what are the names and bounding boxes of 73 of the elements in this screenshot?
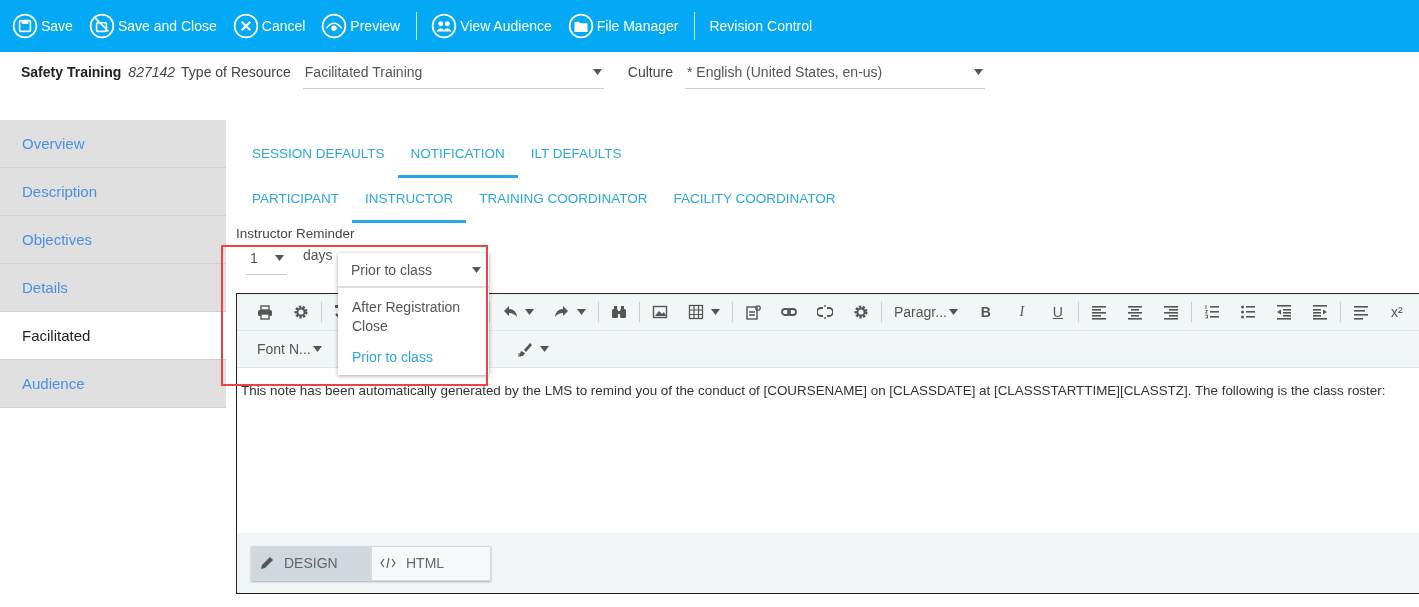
caret-icon <box>275 254 284 261</box>
unit-label: days <box>303 247 333 263</box>
format-dropdown[interactable]: Paragr... <box>894 304 958 320</box>
toolbar-button[interactable]: Save and Close <box>88 13 217 39</box>
align-right-icon[interactable] <box>1162 304 1179 320</box>
caret-icon <box>973 68 983 75</box>
people-icon <box>431 13 458 39</box>
align-left-icon[interactable] <box>1090 304 1107 320</box>
printer-icon[interactable] <box>257 304 273 320</box>
resource-type-select[interactable]: Facilitated Training <box>302 55 604 89</box>
underline-button[interactable]: U <box>1049 304 1066 320</box>
binoculars-icon[interactable] <box>611 304 627 320</box>
tab[interactable]: SESSION DEFAULTS <box>239 134 398 178</box>
field-label: Type of Resource <box>181 64 291 80</box>
field-label: Instructor Reminder <box>236 226 356 241</box>
mode-tab[interactable]: HTML <box>371 545 491 581</box>
bold-button[interactable]: B <box>977 304 994 320</box>
superscript-button[interactable]: x² <box>1388 304 1405 320</box>
eye-icon <box>321 13 348 39</box>
pencil-icon <box>260 556 274 570</box>
settings-icon[interactable] <box>853 304 869 320</box>
close-icon <box>232 13 259 39</box>
days-select[interactable]: 1 <box>246 241 287 275</box>
caret-icon[interactable] <box>525 309 534 315</box>
toolbar-button[interactable]: View Audience <box>431 13 552 39</box>
align-center-icon[interactable] <box>1126 304 1143 320</box>
caret-icon[interactable] <box>711 309 720 315</box>
code-icon <box>380 557 396 569</box>
tab[interactable]: PARTICIPANT <box>239 179 352 223</box>
toolbar-button[interactable]: Preview <box>321 13 401 39</box>
tab[interactable]: NOTIFICATION <box>397 134 518 178</box>
broken-link-icon[interactable] <box>817 304 833 320</box>
indent-icon[interactable] <box>1311 304 1328 320</box>
tab[interactable]: FACILITY COORDINATOR <box>660 179 849 223</box>
toolbar-button[interactable]: Revision Control <box>709 18 813 34</box>
dropdown-option[interactable]: After Registration Close <box>338 292 489 342</box>
table-icon[interactable] <box>688 304 704 320</box>
align-justify-icon[interactable] <box>1352 304 1369 320</box>
caret-icon[interactable] <box>539 346 549 352</box>
bullet-list-icon[interactable] <box>1239 304 1256 320</box>
toolbar-button[interactable]: File Manager <box>567 13 679 39</box>
save-close-icon <box>88 13 115 39</box>
sidebar-item[interactable]: Objectives <box>0 216 226 264</box>
toolbar-button[interactable]: Cancel <box>232 13 306 39</box>
settings-icon[interactable] <box>293 304 309 320</box>
sidebar-item[interactable]: Description <box>0 168 226 216</box>
format-dropdown[interactable]: Font N... <box>257 341 322 357</box>
field-label: Culture <box>627 64 673 80</box>
caret-icon[interactable] <box>577 309 586 315</box>
mode-tab[interactable]: DESIGN <box>251 545 371 581</box>
image-icon[interactable] <box>652 304 668 320</box>
save-icon <box>12 13 38 39</box>
caret-icon <box>948 309 958 315</box>
sidebar-item[interactable]: Facilitated <box>0 312 226 360</box>
caret-icon <box>592 68 602 75</box>
tab[interactable]: ILT DEFAULTS <box>517 134 635 178</box>
sidebar-item[interactable]: Audience <box>0 360 226 408</box>
toolbar-button[interactable]: Save <box>12 13 73 39</box>
timing-select[interactable]: Prior to class <box>338 253 489 288</box>
folder-icon <box>567 13 594 39</box>
sidebar-item[interactable]: Overview <box>0 120 226 168</box>
brush-icon[interactable] <box>516 341 533 357</box>
caret-icon <box>472 266 481 273</box>
numbered-list-icon[interactable] <box>1203 304 1220 320</box>
culture-select[interactable]: * English (United States, en-us) <box>684 55 985 89</box>
tab[interactable]: INSTRUCTOR <box>352 179 467 223</box>
tab[interactable]: TRAINING COORDINATOR <box>466 179 661 223</box>
caret-icon <box>312 346 322 352</box>
clipboard-icon[interactable] <box>745 304 761 320</box>
italic-button[interactable]: I <box>1013 304 1030 320</box>
course-title: Safety Training <box>21 64 122 80</box>
course-code: 827142 <box>128 64 176 80</box>
outdent-icon[interactable] <box>1275 304 1292 320</box>
